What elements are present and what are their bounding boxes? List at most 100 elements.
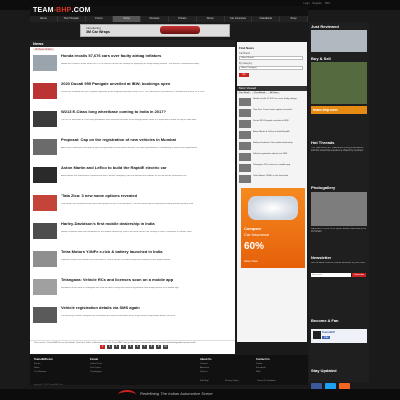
most-viewed-title-text[interactable]: Honda recalls 57,676 cars over faulty ai… <box>253 98 305 101</box>
article-thumbnail[interactable] <box>33 251 57 267</box>
article-title[interactable]: Telangana: Vehicle RCs and licenses soon… <box>61 277 231 283</box>
most-viewed-title-text[interactable]: Harley-Davidson's first mobile dealershi… <box>253 142 305 145</box>
most-viewed-item[interactable]: Aston Martin & LeEco to build RapidE <box>239 131 305 141</box>
ad-cta-button[interactable]: Save Now <box>244 259 258 263</box>
most-viewed-title-text[interactable]: Tata Zica: 3 new name options revealed <box>253 109 305 112</box>
article-title[interactable]: 2020 Ducati 959 Panigale unveiled at IBW… <box>61 81 231 87</box>
footer-link[interactable]: Contact <box>200 363 208 365</box>
photogallery-caption[interactable]: Mahindra XUV500 W10 Sportz Edition launc… <box>311 228 367 240</box>
page-link[interactable]: 10 <box>163 345 168 349</box>
article-thumbnail[interactable] <box>33 111 57 127</box>
nav-reviews[interactable]: Reviews <box>141 16 169 22</box>
article-thumbnail[interactable] <box>33 83 57 99</box>
page-link[interactable]: 3 <box>114 345 119 349</box>
facebook-like-button[interactable]: Like <box>322 336 331 339</box>
privacy-link[interactable]: Privacy Policy <box>225 380 239 382</box>
nav-forum[interactable]: Forum <box>86 16 114 22</box>
article-title[interactable]: Harley-Davidson's first mobile dealershi… <box>61 221 231 227</box>
page-link[interactable]: 9 <box>156 345 161 349</box>
tab-this-month[interactable]: This Month <box>252 92 268 94</box>
most-viewed-title-text[interactable]: Aston Martin & LeEco to build RapidE <box>253 131 305 134</box>
article-item[interactable]: Telangana: Vehicle RCs and licenses soon… <box>33 277 233 302</box>
nav-photos[interactable]: Photos <box>169 16 197 22</box>
buy-sell-banner[interactable]: team-bhp.com <box>311 106 367 114</box>
nav-car-insurance[interactable]: Car Insurance <box>225 16 253 22</box>
rss-link[interactable]: RSS <box>325 2 330 5</box>
site-logo[interactable]: TEAM-BHP.COM <box>33 7 91 14</box>
article-thumbnail[interactable] <box>33 223 57 239</box>
page-link[interactable]: 6 <box>135 345 140 349</box>
page-link[interactable]: 8 <box>149 345 154 349</box>
most-viewed-item[interactable]: Harley-Davidson's first mobile dealershi… <box>239 142 305 152</box>
article-thumbnail[interactable] <box>33 139 57 155</box>
nav-classifieds[interactable]: Classifieds <box>252 16 281 22</box>
tab-this-week[interactable]: This Week <box>237 92 252 94</box>
most-viewed-item[interactable]: Telangana: RCs soon on a mobile app <box>239 164 305 174</box>
article-item[interactable]: 'Tata Zica: 3 new name options revealed … <box>33 193 233 218</box>
footer-link[interactable]: Travelogues <box>90 371 102 373</box>
page-link[interactable]: 7 <box>142 345 147 349</box>
article-item[interactable]: 2020 Ducati 959 Panigale unveiled at IBW… <box>33 81 233 106</box>
newsletter-email-input[interactable]: Enter email <box>311 273 351 277</box>
most-viewed-item[interactable]: Tetra Motors Y4NFe e-rick launched <box>239 175 305 185</box>
most-viewed-item[interactable]: Tata Zica: 3 new name options revealed <box>239 109 305 119</box>
most-viewed-title-text[interactable]: Vehicle registration details via SMS <box>253 153 305 156</box>
footer-link[interactable]: RSS <box>256 371 261 373</box>
article-title[interactable]: Honda recalls 57,676 cars over faulty ai… <box>61 53 231 59</box>
nav-news[interactable]: News <box>113 16 142 22</box>
facebook-page-name[interactable]: Team-BHP <box>322 331 335 334</box>
article-item[interactable]: Tetra Motors Y4NFe e-rick & battery laun… <box>33 249 233 274</box>
footer-link[interactable]: Twitter <box>256 363 262 365</box>
most-viewed-item[interactable]: Vehicle registration details via SMS <box>239 153 305 163</box>
buy-sell-image[interactable] <box>311 62 367 104</box>
article-item[interactable]: Honda recalls 57,676 cars over faulty ai… <box>33 53 233 78</box>
terms-link[interactable]: Terms & Conditions <box>257 380 276 382</box>
most-viewed-item[interactable]: Ducati 959 Panigale unveiled at IBW <box>239 120 305 130</box>
photogallery-image[interactable] <box>311 192 367 226</box>
login-link[interactable]: Login <box>303 2 309 5</box>
register-link[interactable]: Register <box>313 2 322 5</box>
article-title[interactable]: Aston Martin and LeEco to build the Rapi… <box>61 165 231 171</box>
nav-home[interactable]: Home <box>30 16 58 22</box>
article-thumbnail[interactable] <box>33 167 57 183</box>
article-title[interactable]: 'Tata Zica: 3 new name options revealed <box>61 193 231 199</box>
article-thumbnail[interactable] <box>33 55 57 71</box>
all-news-tab[interactable]: All News Articles <box>33 48 55 51</box>
page-link[interactable]: 1 <box>100 345 105 349</box>
just-reviewed-image[interactable] <box>311 30 367 52</box>
article-item[interactable]: Harley-Davidson's first mobile dealershi… <box>33 221 233 246</box>
article-item[interactable]: Aston Martin and LeEco to build the Rapi… <box>33 165 233 190</box>
page-link[interactable]: 2 <box>107 345 112 349</box>
footer-link[interactable]: Policies <box>200 371 208 373</box>
category-select[interactable]: Select Category <box>239 66 303 70</box>
footer-link[interactable]: Advertise <box>200 367 209 369</box>
sitemap-link[interactable]: Site Map <box>200 380 209 382</box>
footer-link[interactable]: Test Drives <box>90 367 101 369</box>
article-item[interactable]: W213 E-Class long wheelbase coming to In… <box>33 109 233 134</box>
article-thumbnail[interactable] <box>33 195 57 211</box>
article-title[interactable]: Tetra Motors Y4NFe e-rick & battery laun… <box>61 249 231 255</box>
brand-select[interactable]: Select Brand <box>239 56 303 60</box>
most-viewed-title-text[interactable]: Ducati 959 Panigale unveiled at IBW <box>253 120 305 123</box>
subscribe-button[interactable]: Subscribe <box>352 273 366 277</box>
article-title[interactable]: Vehicle registration details via SMS aga… <box>61 305 231 311</box>
most-viewed-title-text[interactable]: Tetra Motors Y4NFe e-rick launched <box>253 175 305 178</box>
footer-link[interactable]: Latest Posts <box>90 363 102 365</box>
footer-link[interactable]: News <box>34 367 39 369</box>
article-thumbnail[interactable] <box>33 279 57 295</box>
hot-threads-text[interactable]: The Tata Nexon EV: Real-world driving im… <box>311 147 367 175</box>
article-item[interactable]: Proposal: Cap on the registration of new… <box>33 137 233 162</box>
nav-test-threads[interactable]: Test Threads <box>58 16 86 22</box>
go-button[interactable]: Go <box>239 73 249 77</box>
most-viewed-title-text[interactable]: Telangana: RCs soon on a mobile app <box>253 164 305 167</box>
article-title[interactable]: W213 E-Class long wheelbase coming to In… <box>61 109 231 115</box>
tab-all-time[interactable]: All Time <box>268 92 280 94</box>
article-item[interactable]: Vehicle registration details via SMS aga… <box>33 305 233 330</box>
article-thumbnail[interactable] <box>33 307 57 323</box>
page-link[interactable]: 4 <box>121 345 126 349</box>
article-title[interactable]: Proposal: Cap on the registration of new… <box>61 137 231 143</box>
footer-link[interactable]: Car Reviews <box>34 371 46 373</box>
nav-about[interactable]: About <box>197 16 225 22</box>
most-viewed-item[interactable]: Honda recalls 57,676 cars over faulty ai… <box>239 98 305 108</box>
footer-link[interactable]: Facebook <box>256 367 266 369</box>
